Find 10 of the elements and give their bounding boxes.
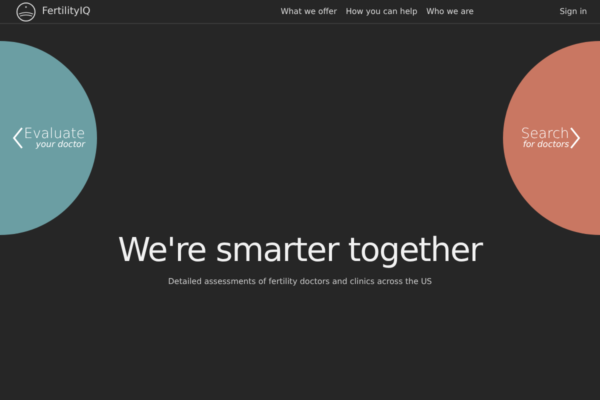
hero-heading: We're smarter together bbox=[118, 230, 482, 269]
nav-link[interactable]: Who we are bbox=[426, 7, 474, 16]
chevron-icon bbox=[569, 126, 582, 150]
chevron-icon bbox=[12, 126, 24, 150]
nav-link[interactable]: What we offer bbox=[280, 7, 337, 16]
brand-name: FertilityIQ bbox=[42, 6, 90, 17]
nav-link[interactable]: How you can help bbox=[346, 7, 418, 16]
sign-in-link[interactable]: Sign in bbox=[560, 7, 587, 16]
logo-icon[interactable] bbox=[16, 2, 36, 22]
hero-subheading: Detailed assessments of fertility doctors and clinics across the US bbox=[168, 277, 432, 286]
